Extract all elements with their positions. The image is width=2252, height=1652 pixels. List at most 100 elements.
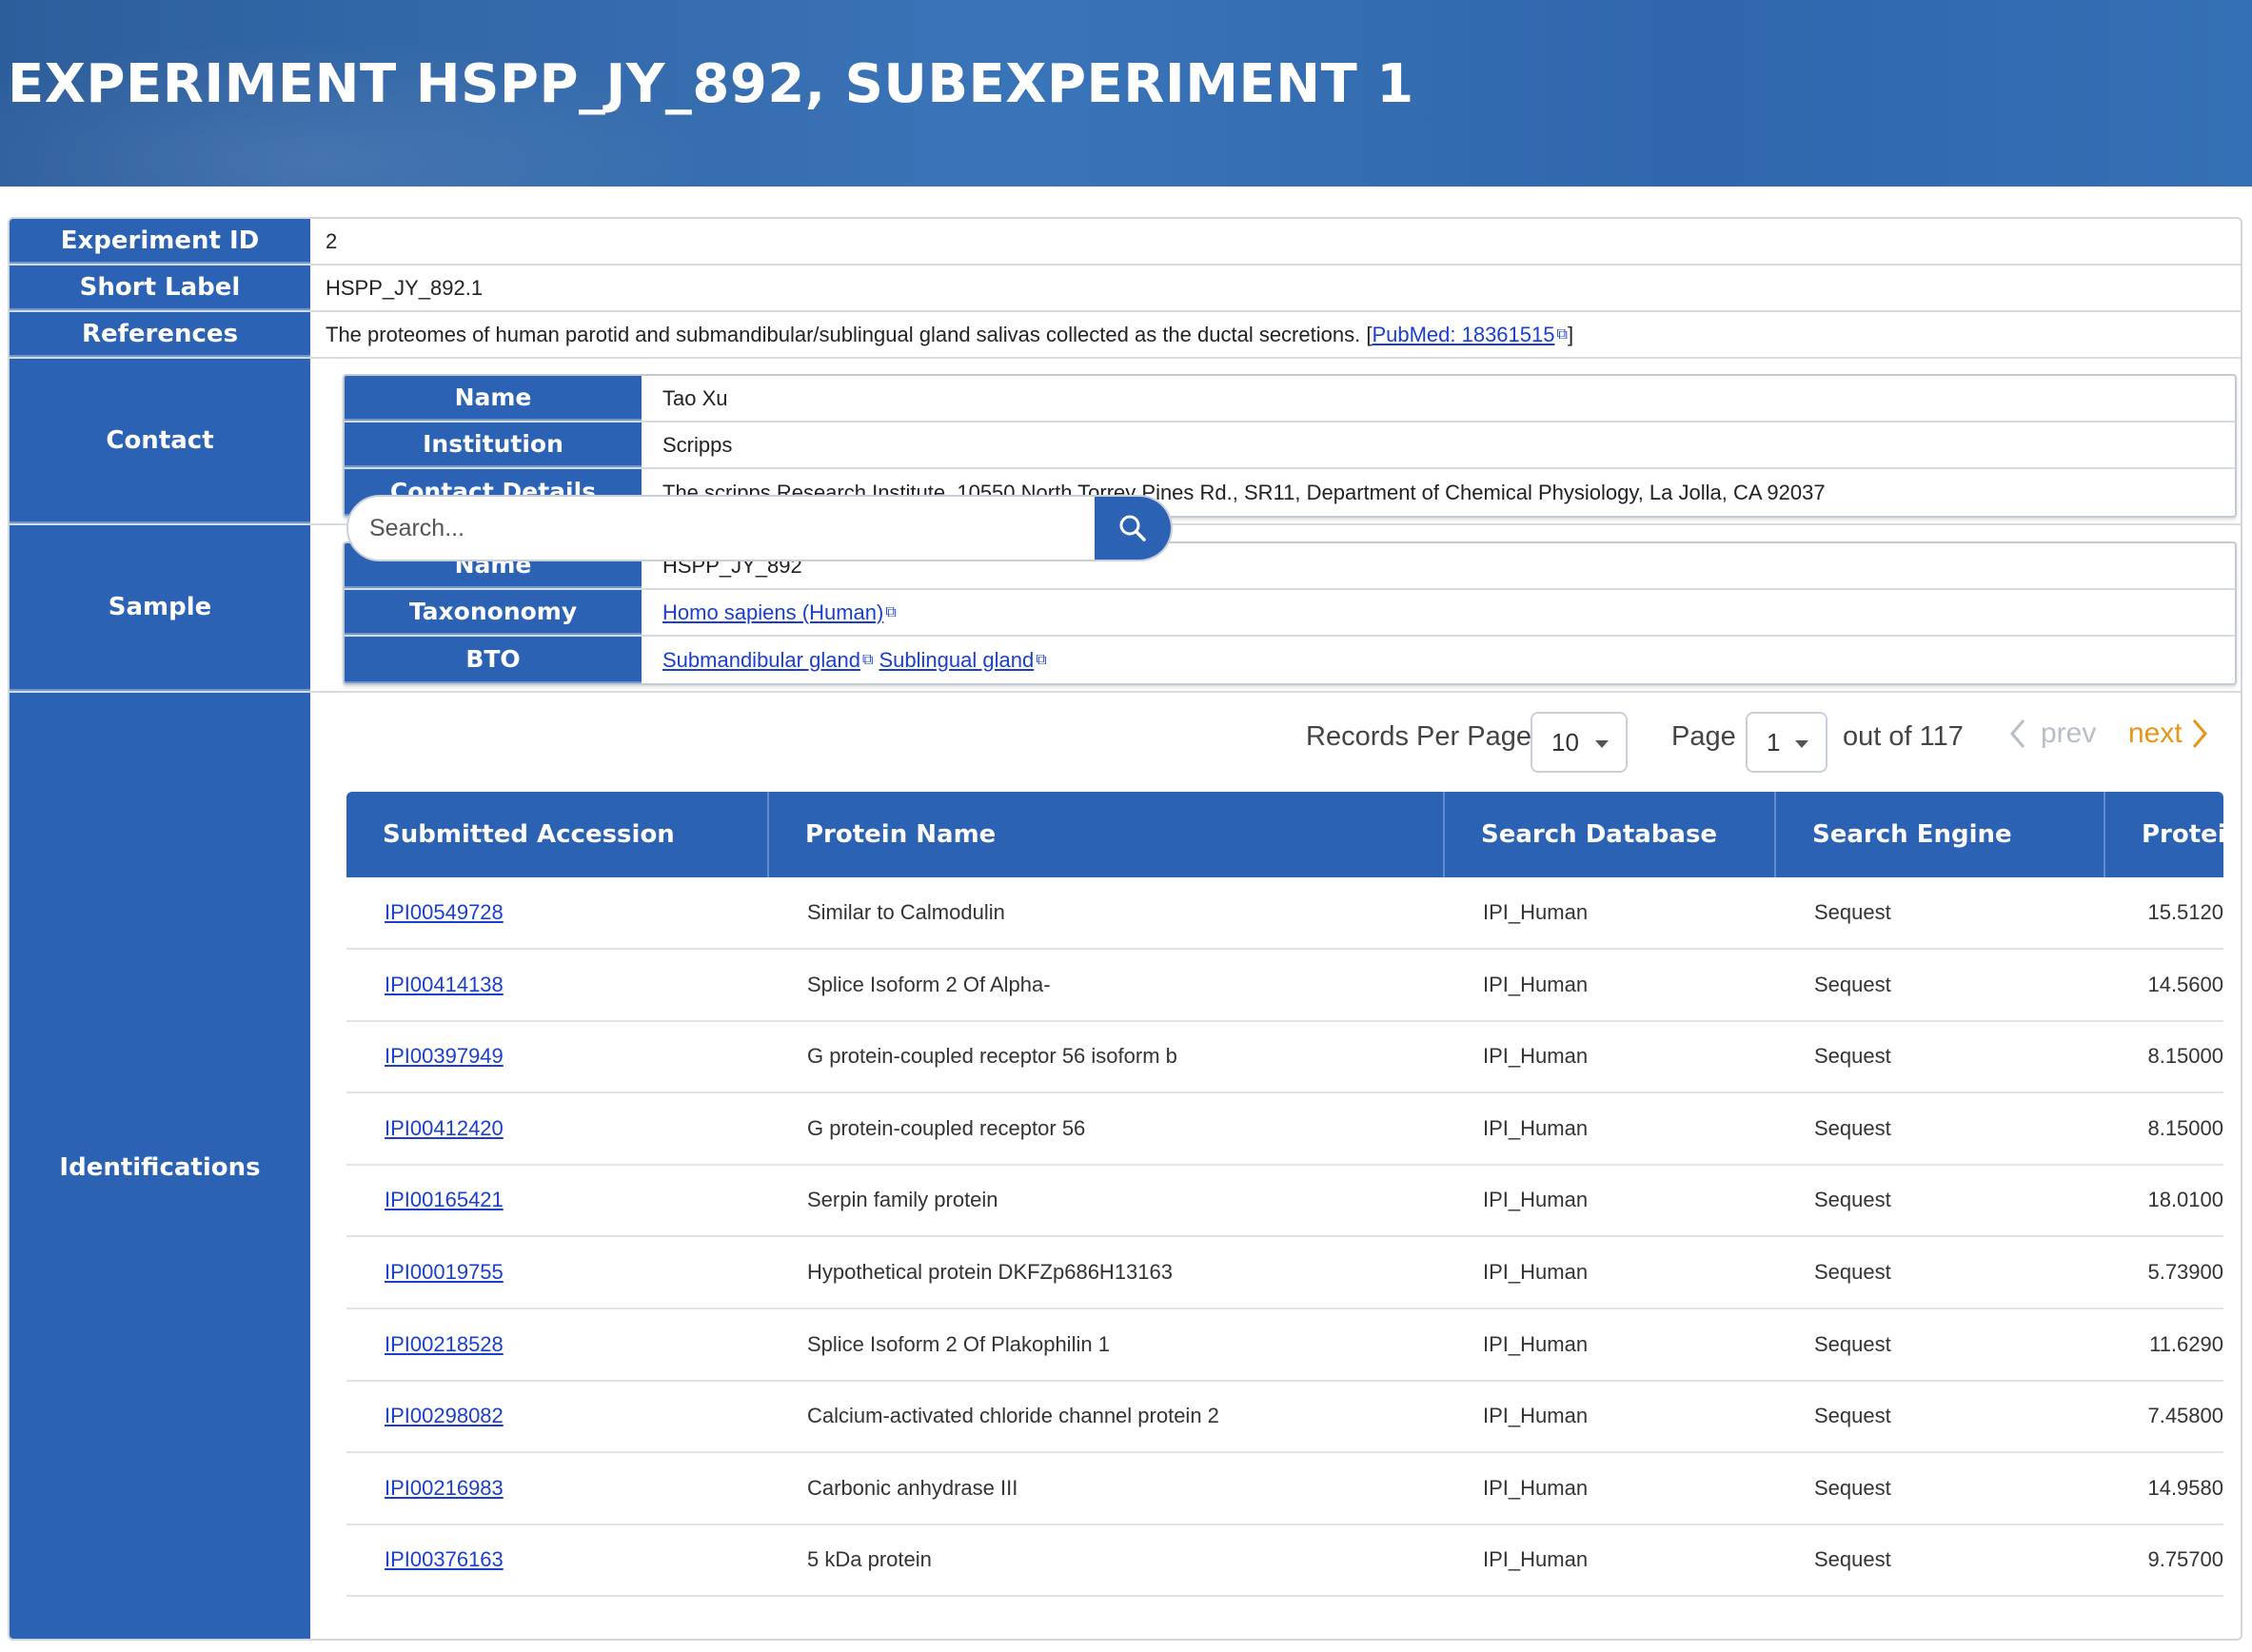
- protein-score-cell: 14.9580: [2147, 1475, 2223, 1500]
- contact-name-row: Name Tao Xu: [345, 376, 2235, 423]
- sample-bto-value: Submandibular gland ⧉ Sublingual gland ⧉: [662, 637, 1047, 683]
- search-input[interactable]: [348, 497, 1100, 560]
- taxonomy-link[interactable]: Homo sapiens (Human): [662, 600, 883, 625]
- column-header-protein-score[interactable]: Protei: [2105, 792, 2223, 877]
- accession-link[interactable]: IPI00165421: [385, 1188, 504, 1212]
- contact-label: Contact: [10, 359, 310, 523]
- experiment-id-value: 2: [326, 228, 338, 253]
- protein-name-cell: Carbonic anhydrase III: [807, 1475, 1018, 1500]
- column-header-protein-name[interactable]: Protein Name: [769, 792, 1445, 877]
- protein-name-cell: Splice Isoform 2 Of Plakophilin 1: [807, 1331, 1110, 1356]
- records-per-page-label: Records Per Page: [1306, 721, 1531, 752]
- accession-cell: IPI00412420: [346, 1093, 504, 1164]
- column-header-search-engine[interactable]: Search Engine: [1776, 792, 2105, 877]
- accession-link[interactable]: IPI00218528: [385, 1332, 504, 1357]
- sample-bto-label: BTO: [345, 637, 642, 683]
- accession-link[interactable]: IPI00019755: [385, 1260, 504, 1285]
- external-link-icon: ⧉: [885, 603, 897, 620]
- contact-institution-value: Scripps: [662, 432, 733, 457]
- short-label-row: Short Label HSPP_JY_892.1: [10, 266, 2241, 312]
- search-icon: [1119, 515, 1146, 541]
- accession-cell: IPI00165421: [346, 1165, 504, 1235]
- table-row: IPI00298082 Calcium-activated chloride ch…: [346, 1381, 2223, 1454]
- protein-name-cell: Splice Isoform 2 Of Alpha-: [807, 972, 1051, 996]
- search-database-cell: IPI_Human: [1483, 1404, 1589, 1428]
- page-count: out of 117: [1843, 721, 1964, 752]
- records-per-page-select[interactable]: 10: [1531, 712, 1628, 773]
- pubmed-link[interactable]: PubMed: 18361515: [1372, 323, 1554, 347]
- accession-link[interactable]: IPI00397949: [385, 1044, 504, 1069]
- search-database-cell: IPI_Human: [1483, 1547, 1589, 1572]
- search-database-cell: IPI_Human: [1483, 1115, 1589, 1140]
- external-link-icon: ⧉: [861, 651, 874, 668]
- page-label: Page: [1671, 721, 1736, 752]
- protein-score-cell: 14.5600: [2147, 972, 2223, 996]
- protein-name-cell: Serpin family protein: [807, 1188, 998, 1212]
- accession-cell: IPI00298082: [346, 1381, 504, 1451]
- chevron-right-icon: [2192, 719, 2207, 748]
- short-label-value: HSPP_JY_892.1: [326, 275, 484, 300]
- search-database-cell: IPI_Human: [1483, 1188, 1589, 1212]
- short-label-label: Short Label: [10, 266, 310, 310]
- bto-link-submandibular[interactable]: Submandibular gland: [662, 648, 860, 673]
- sample-taxonomy-value: Homo sapiens (Human) ⧉: [662, 590, 897, 635]
- identifications-table: Submitted Accession Protein Name Search …: [346, 792, 2223, 1601]
- contact-institution-label: Institution: [345, 423, 642, 467]
- protein-name-cell: Hypothetical protein DKFZp686H13163: [807, 1260, 1174, 1284]
- protein-name-cell: Similar to Calmodulin: [807, 900, 1005, 924]
- next-button[interactable]: next: [2128, 718, 2209, 750]
- accession-cell: IPI00549728: [346, 877, 504, 948]
- chevron-down-icon: [1795, 740, 1808, 748]
- accession-cell: IPI00376163: [346, 1524, 504, 1595]
- table-row: IPI00019755 Hypothetical protein DKFZp686…: [346, 1237, 2223, 1309]
- table-row: IPI00549728 Similar to Calmodulin IPI_Huma…: [346, 877, 2223, 950]
- protein-score-cell: 5.73900: [2147, 1260, 2223, 1284]
- page-select[interactable]: 1: [1746, 712, 1827, 773]
- accession-link[interactable]: IPI00376163: [385, 1547, 504, 1572]
- prev-label: prev: [2041, 718, 2097, 749]
- protein-name-cell: G protein-coupled receptor 56 isoform b: [807, 1044, 1177, 1069]
- page-title: EXPERIMENT HSPP_JY_892, SUBEXPERIMENT 1: [8, 53, 1414, 115]
- search-engine-cell: Sequest: [1814, 1475, 1891, 1500]
- sample-taxonomy-label: Taxononomy: [345, 590, 642, 635]
- sample-bto-row: BTO Submandibular gland ⧉ Sublingual glan…: [345, 637, 2235, 683]
- references-value: The proteomes of human parotid and subma…: [326, 312, 1573, 357]
- accession-link[interactable]: IPI00298082: [385, 1404, 504, 1428]
- search-engine-cell: Sequest: [1814, 900, 1891, 924]
- accession-cell: IPI00216983: [346, 1453, 504, 1524]
- search-database-cell: IPI_Human: [1483, 972, 1589, 996]
- search-database-cell: IPI_Human: [1483, 1260, 1589, 1284]
- contact-name-label: Name: [345, 376, 642, 421]
- protein-score-cell: 9.75700: [2147, 1547, 2223, 1572]
- identifications-label: Identifications: [59, 1153, 261, 1182]
- references-text: The proteomes of human parotid and subma…: [326, 322, 1373, 346]
- accession-link[interactable]: IPI00549728: [385, 900, 504, 925]
- protein-score-cell: 15.5120: [2147, 900, 2223, 924]
- accession-cell: IPI00414138: [346, 950, 504, 1020]
- chevron-down-icon: [1595, 740, 1609, 748]
- search-database-cell: IPI_Human: [1483, 1475, 1589, 1500]
- accession-link[interactable]: IPI00414138: [385, 973, 504, 997]
- column-header-accession[interactable]: Submitted Accession: [346, 792, 769, 877]
- search-database-cell: IPI_Human: [1483, 900, 1589, 924]
- search-engine-cell: Sequest: [1814, 1044, 1891, 1069]
- search-engine-cell: Sequest: [1814, 1547, 1891, 1572]
- column-header-search-database[interactable]: Search Database: [1445, 792, 1776, 877]
- records-per-page-value: 10: [1551, 727, 1579, 757]
- page-value: 1: [1767, 727, 1781, 757]
- accession-link[interactable]: IPI00412420: [385, 1116, 504, 1141]
- sample-taxonomy-row: Taxononomy Homo sapiens (Human) ⧉: [345, 590, 2235, 637]
- page-banner: EXPERIMENT HSPP_JY_892, SUBEXPERIMENT 1: [0, 0, 2252, 187]
- protein-score-cell: 7.45800: [2147, 1404, 2223, 1428]
- protein-name-cell: 5 kDa protein: [807, 1547, 932, 1572]
- bto-link-sublingual[interactable]: Sublingual gland: [879, 648, 1035, 673]
- sample-card: Name HSPP_JY_892 Taxononomy Homo sapiens…: [343, 541, 2237, 685]
- protein-score-cell: 18.0100: [2147, 1188, 2223, 1212]
- search-button[interactable]: [1095, 497, 1171, 560]
- references-label: References: [10, 312, 310, 357]
- prev-button[interactable]: prev: [2008, 718, 2096, 750]
- table-row: IPI00412420 G protein-coupled receptor 56…: [346, 1093, 2223, 1166]
- accession-cell: IPI00218528: [346, 1309, 504, 1380]
- table-header: Submitted Accession Protein Name Search …: [346, 792, 2223, 877]
- accession-link[interactable]: IPI00216983: [385, 1476, 504, 1501]
